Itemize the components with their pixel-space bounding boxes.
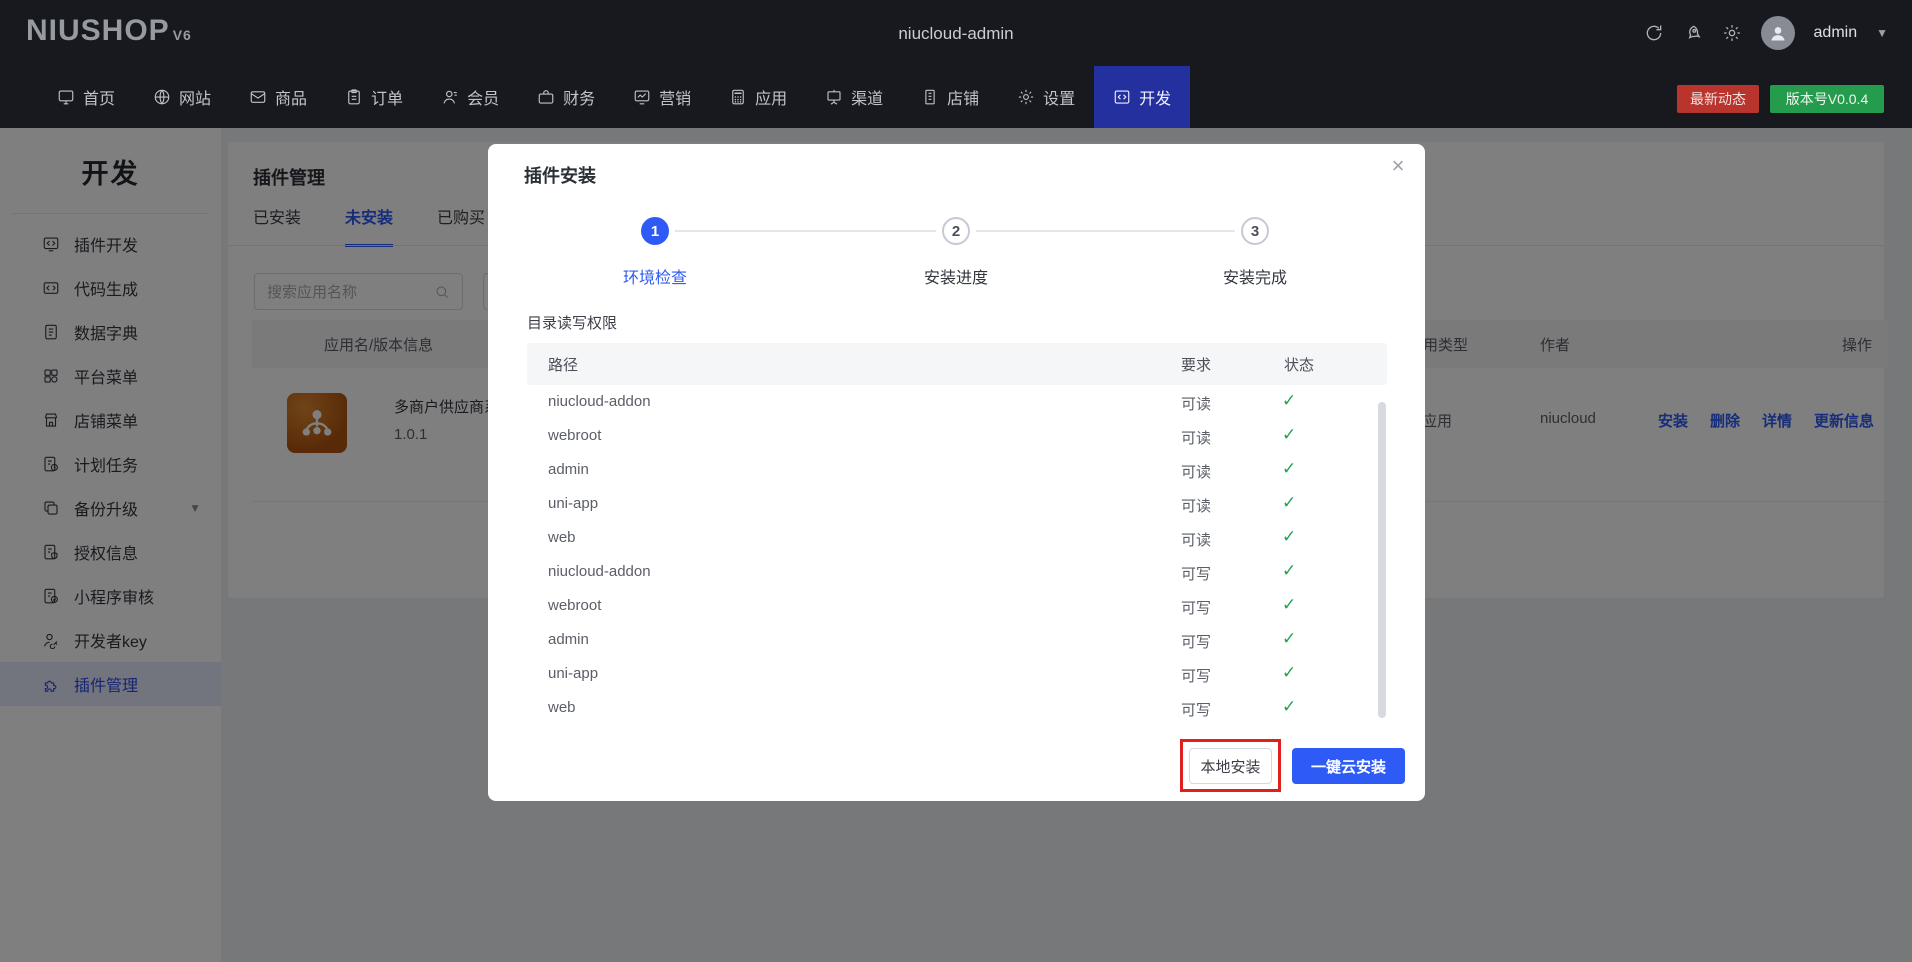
step-label: 安装完成 bbox=[1223, 264, 1287, 288]
local-install-button[interactable]: 本地安装 bbox=[1189, 748, 1272, 784]
nav-item[interactable]: 财务 bbox=[518, 66, 614, 128]
perm-row: niucloud-addon 可写 ✓ bbox=[527, 555, 1387, 589]
window-title: niucloud-admin bbox=[0, 24, 1912, 44]
perm-row: web 可读 ✓ bbox=[527, 521, 1387, 555]
nav-item[interactable]: 设置 bbox=[998, 66, 1094, 128]
app-icon bbox=[729, 88, 747, 106]
shop-icon bbox=[921, 88, 939, 106]
settings-icon bbox=[1017, 88, 1035, 106]
close-icon[interactable]: × bbox=[1384, 152, 1412, 180]
username[interactable]: admin bbox=[1814, 24, 1858, 42]
refresh-icon[interactable] bbox=[1644, 23, 1664, 43]
check-icon: ✓ bbox=[1282, 595, 1296, 615]
nav-item[interactable]: 应用 bbox=[710, 66, 806, 128]
perm-row: webroot 可读 ✓ bbox=[527, 419, 1387, 453]
user-avatar[interactable] bbox=[1761, 16, 1795, 50]
member-icon bbox=[441, 88, 459, 106]
rocket-icon[interactable] bbox=[1683, 23, 1703, 43]
check-icon: ✓ bbox=[1282, 629, 1296, 649]
nav-item[interactable]: 会员 bbox=[422, 66, 518, 128]
gear-icon[interactable] bbox=[1722, 23, 1742, 43]
cloud-install-button[interactable]: 一键云安装 bbox=[1292, 748, 1405, 784]
main-nav: 首页 网站 商品 订单 会员 财务 营销 bbox=[0, 66, 1190, 128]
nav-item[interactable]: 开发 bbox=[1094, 66, 1190, 128]
website-icon bbox=[153, 88, 171, 106]
perm-table-body: niucloud-addon 可读 ✓ webroot 可读 ✓ admin 可… bbox=[527, 385, 1387, 725]
nav-item[interactable]: 首页 bbox=[38, 66, 134, 128]
perm-row: uni-app 可读 ✓ bbox=[527, 487, 1387, 521]
check-icon: ✓ bbox=[1282, 561, 1296, 581]
check-icon: ✓ bbox=[1282, 391, 1296, 411]
perm-row: webroot 可写 ✓ bbox=[527, 589, 1387, 623]
scrollbar-thumb[interactable] bbox=[1378, 402, 1386, 718]
modal-title: 插件安装 bbox=[524, 162, 596, 188]
version-button[interactable]: 版本号V0.0.4 bbox=[1770, 85, 1884, 113]
perm-table-header: 路径 要求 状态 bbox=[527, 343, 1387, 385]
nav-item[interactable]: 渠道 bbox=[806, 66, 902, 128]
step-number: 1 bbox=[641, 217, 669, 245]
check-icon: ✓ bbox=[1282, 663, 1296, 683]
step-number: 2 bbox=[942, 217, 970, 245]
channel-icon bbox=[825, 88, 843, 106]
perm-row: uni-app 可写 ✓ bbox=[527, 657, 1387, 691]
section-title: 目录读写权限 bbox=[527, 312, 617, 333]
perm-row: admin 可读 ✓ bbox=[527, 453, 1387, 487]
app-window: NIUSHOPV6 niucloud-admin admin ▼ 首页 网站 商… bbox=[0, 0, 1912, 962]
top-header: NIUSHOPV6 niucloud-admin admin ▼ 首页 网站 商… bbox=[0, 0, 1912, 128]
home-icon bbox=[57, 88, 75, 106]
check-icon: ✓ bbox=[1282, 493, 1296, 513]
step-label: 安装进度 bbox=[924, 264, 988, 288]
step-connector bbox=[675, 230, 936, 232]
perm-row: web 可写 ✓ bbox=[527, 691, 1387, 725]
nav-item[interactable]: 商品 bbox=[230, 66, 326, 128]
check-icon: ✓ bbox=[1282, 697, 1296, 717]
nav-item[interactable]: 网站 bbox=[134, 66, 230, 128]
finance-icon bbox=[537, 88, 555, 106]
nav-item[interactable]: 订单 bbox=[326, 66, 422, 128]
chevron-down-icon[interactable]: ▼ bbox=[1876, 26, 1888, 40]
perm-row: niucloud-addon 可读 ✓ bbox=[527, 385, 1387, 419]
check-icon: ✓ bbox=[1282, 527, 1296, 547]
latest-news-button[interactable]: 最新动态 bbox=[1677, 85, 1759, 113]
goods-icon bbox=[249, 88, 267, 106]
plugin-install-modal: 插件安装 × 1 环境检查 2 安装进度 3 安装完成 目录读写权限 路径 要求… bbox=[488, 144, 1425, 801]
dev-icon bbox=[1113, 88, 1131, 106]
install-steps: 1 环境检查 2 安装进度 3 安装完成 bbox=[488, 204, 1425, 294]
step-number: 3 bbox=[1241, 217, 1269, 245]
check-icon: ✓ bbox=[1282, 425, 1296, 445]
check-icon: ✓ bbox=[1282, 459, 1296, 479]
nav-item[interactable]: 营销 bbox=[614, 66, 710, 128]
perm-row: admin 可写 ✓ bbox=[527, 623, 1387, 657]
step-connector bbox=[976, 230, 1235, 232]
order-icon bbox=[345, 88, 363, 106]
nav-item[interactable]: 店铺 bbox=[902, 66, 998, 128]
step-label: 环境检查 bbox=[623, 264, 687, 288]
marketing-icon bbox=[633, 88, 651, 106]
